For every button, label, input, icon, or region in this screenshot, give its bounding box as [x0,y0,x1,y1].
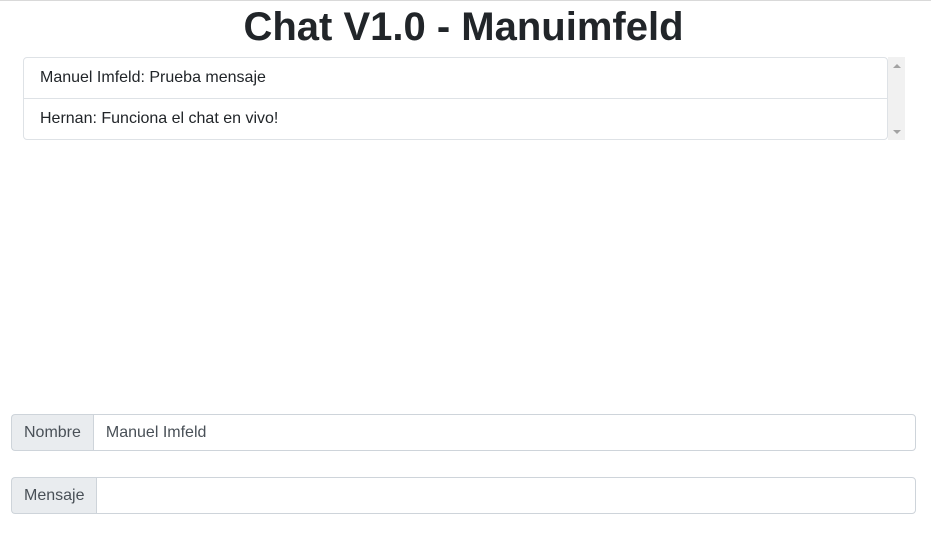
chat-scrollbar[interactable] [888,57,905,140]
mensaje-label: Mensaje [11,477,97,514]
nombre-input[interactable] [92,414,916,451]
scroll-up-arrow-icon[interactable] [888,57,905,74]
top-divider [0,0,931,1]
chat-message-list[interactable]: Manuel Imfeld: Prueba mensaje Hernan: Fu… [23,57,888,140]
chat-panel: Manuel Imfeld: Prueba mensaje Hernan: Fu… [23,57,905,140]
mensaje-input[interactable] [96,477,916,514]
nombre-input-group: Nombre [11,414,916,451]
chat-message: Hernan: Funciona el chat en vivo! [24,98,887,139]
mensaje-input-group: Mensaje [11,477,916,514]
nombre-label: Nombre [11,414,93,451]
scroll-down-arrow-icon[interactable] [888,123,905,140]
chat-message: Manuel Imfeld: Prueba mensaje [40,69,266,86]
page-title: Chat V1.0 - Manuimfeld [243,5,684,49]
